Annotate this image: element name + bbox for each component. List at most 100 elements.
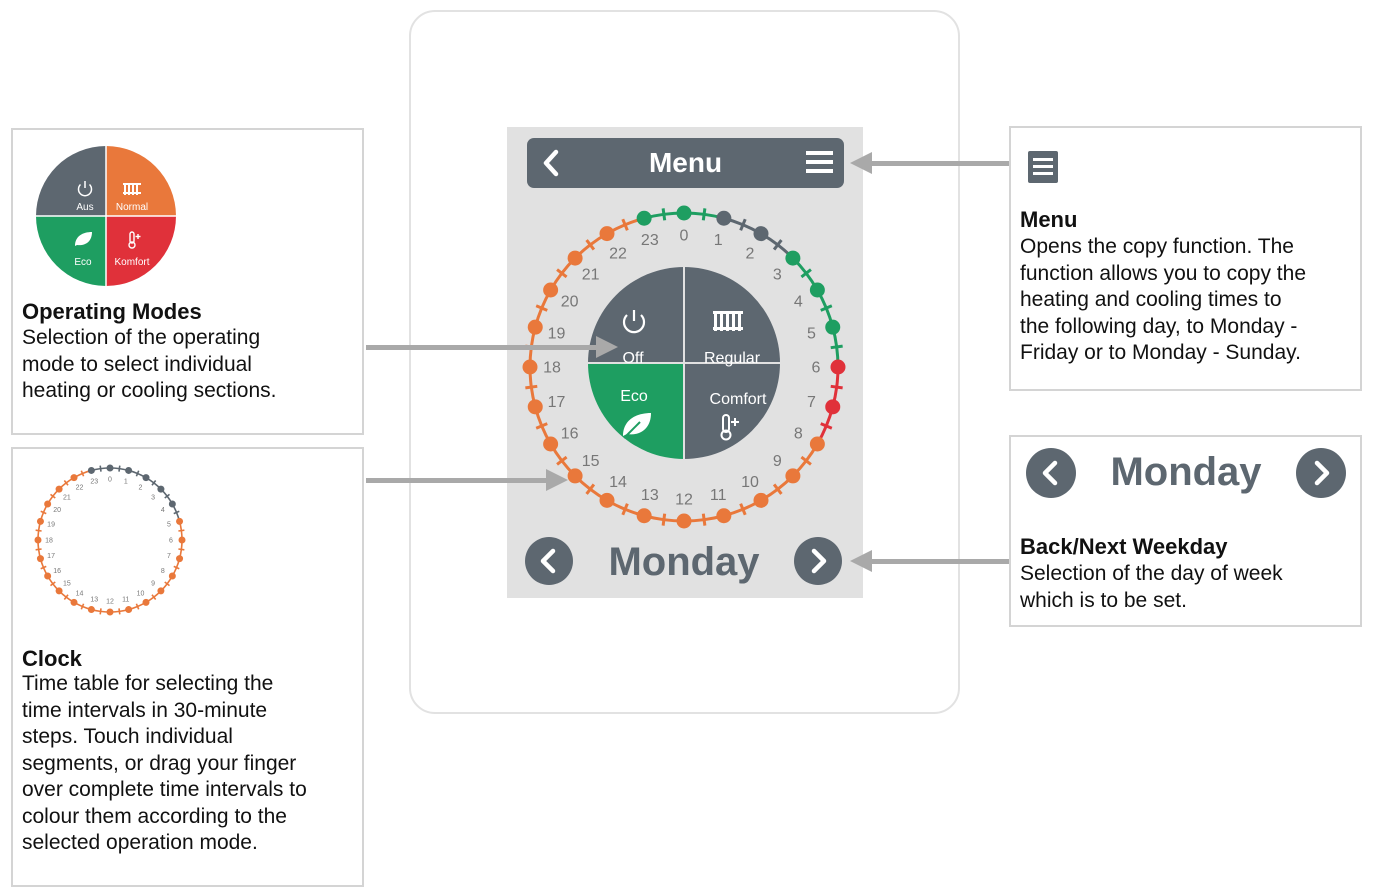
mini-clock-hour-marker[interactable] (36, 555, 44, 563)
mini-clock-hour-label: 7 (167, 553, 171, 560)
dial-hour-marker[interactable] (825, 319, 841, 335)
mini-clock-hour-marker[interactable] (142, 474, 150, 482)
dial-half-hour-tick[interactable] (661, 208, 667, 221)
dial-hour-marker[interactable] (825, 399, 841, 415)
mode-eco-button[interactable] (588, 363, 684, 459)
dial-hour-marker[interactable] (636, 508, 652, 524)
dial-half-hour-tick[interactable] (830, 384, 843, 390)
text-line: Time table for selecting the (22, 672, 274, 695)
dial-half-hour-tick[interactable] (535, 304, 548, 312)
dial-half-hour-tick[interactable] (820, 304, 833, 312)
mini-clock-hour-marker[interactable] (106, 608, 114, 616)
dial-half-hour-tick[interactable] (830, 344, 843, 350)
mini-clock-hour-marker[interactable] (55, 587, 63, 595)
mini-clock-hour-marker[interactable] (44, 572, 52, 580)
mini-clock-half-hour-tick[interactable] (173, 510, 180, 515)
dial-half-hour-tick[interactable] (701, 513, 707, 526)
mini-clock-hour-label: 4 (161, 507, 165, 514)
mini-clock-half-hour-tick[interactable] (173, 565, 180, 570)
dial-hour-marker[interactable] (753, 226, 769, 242)
dial-hour-marker[interactable] (543, 436, 559, 452)
dial-hour-marker[interactable] (785, 468, 801, 484)
mini-clock-half-hour-tick[interactable] (178, 529, 185, 532)
mini-clock-half-hour-tick[interactable] (118, 465, 121, 472)
mini-clock-half-hour-tick[interactable] (99, 465, 102, 472)
dial-hour-marker[interactable] (830, 359, 846, 375)
mini-clock-hour-marker[interactable] (176, 517, 184, 525)
mini-clock-hour-marker[interactable] (168, 572, 176, 580)
hamburger-icon[interactable] (804, 148, 836, 178)
dial-hour-marker[interactable] (809, 282, 825, 298)
dial-hour-marker[interactable] (716, 210, 732, 226)
mini-clock-hour-marker[interactable] (176, 555, 184, 563)
dial-hour-marker[interactable] (567, 250, 583, 266)
mini-clock-hour-marker[interactable] (70, 474, 78, 482)
dial-hour-marker[interactable] (676, 205, 692, 221)
mode-icon-label-aus: Aus (76, 202, 93, 213)
operating-modes-icon: Aus Normal Eco Komfort (36, 146, 176, 286)
operating-modes-title: Operating Modes (22, 299, 202, 324)
dial-hour-label: 12 (675, 492, 693, 509)
clock-title: Clock (22, 646, 82, 671)
dial-hour-marker[interactable] (527, 399, 543, 415)
dial-hour-marker[interactable] (567, 468, 583, 484)
previous-day-button[interactable] (525, 537, 573, 585)
mini-clock-half-hour-tick[interactable] (40, 565, 47, 570)
arrow-operating-modes (366, 345, 596, 350)
dial-hour-marker[interactable] (599, 226, 615, 242)
mini-clock-half-hour-tick[interactable] (35, 529, 42, 532)
mini-clock-hour-marker[interactable] (125, 466, 133, 474)
dial-half-hour-tick[interactable] (621, 218, 629, 231)
mini-clock-half-hour-tick[interactable] (35, 548, 42, 551)
clock-callout: 0 1 2 3 4 5 6 7 8 9 10 11 12 13 14 15 16 17 18 19 20 21 22 23 C… (11, 447, 364, 887)
dial-half-hour-tick[interactable] (739, 503, 747, 516)
dial-half-hour-tick[interactable] (661, 513, 667, 526)
mini-clock-hour-marker[interactable] (142, 598, 150, 606)
mini-clock-hour-marker[interactable] (157, 587, 165, 595)
dial-half-hour-tick[interactable] (701, 208, 707, 221)
mini-clock-hour-marker[interactable] (106, 464, 114, 472)
mini-clock-half-hour-tick[interactable] (135, 470, 140, 477)
dial-hour-marker[interactable] (676, 513, 692, 529)
mini-clock-hour-marker[interactable] (87, 606, 95, 614)
mode-comfort-button[interactable] (684, 363, 780, 459)
mini-clock-hour-marker[interactable] (34, 536, 42, 544)
dial-hour-marker[interactable] (809, 436, 825, 452)
dial-hour-marker[interactable] (522, 359, 538, 375)
dial-hour-marker[interactable] (753, 492, 769, 508)
mini-clock-half-hour-tick[interactable] (135, 603, 140, 610)
mini-clock-half-hour-tick[interactable] (80, 470, 85, 477)
mini-clock-half-hour-tick[interactable] (99, 608, 102, 615)
dial-half-hour-tick[interactable] (621, 503, 629, 516)
text-line: steps. Touch individual (22, 725, 233, 748)
mini-clock-half-hour-tick[interactable] (40, 510, 47, 515)
mini-clock-hour-marker[interactable] (125, 606, 133, 614)
mini-clock-hour-marker[interactable] (36, 517, 44, 525)
dial-hour-marker[interactable] (543, 282, 559, 298)
mini-clock-hour-label: 14 (76, 590, 84, 597)
chevron-right-icon (1314, 460, 1330, 486)
dial-half-hour-tick[interactable] (820, 422, 833, 430)
dial-half-hour-tick[interactable] (525, 384, 538, 390)
mini-clock-hour-marker[interactable] (70, 598, 78, 606)
dial-hour-marker[interactable] (527, 319, 543, 335)
dial-hour-marker[interactable] (716, 508, 732, 524)
mini-clock-hour-marker[interactable] (55, 485, 63, 493)
dial-hour-marker[interactable] (599, 492, 615, 508)
text-line: Friday or to Monday - Sunday. (1020, 341, 1301, 364)
dial-hour-marker[interactable] (785, 250, 801, 266)
mini-clock-hour-marker[interactable] (44, 500, 52, 508)
mini-clock-half-hour-tick[interactable] (178, 548, 185, 551)
dial-hour-marker[interactable] (636, 210, 652, 226)
mini-clock-hour-marker[interactable] (168, 500, 176, 508)
arrow-head-clock (546, 469, 568, 491)
dial-hour-label: 5 (807, 325, 816, 342)
mini-clock-hour-marker[interactable] (87, 466, 95, 474)
mini-clock-half-hour-tick[interactable] (118, 608, 121, 615)
mini-clock-half-hour-tick[interactable] (80, 603, 85, 610)
next-day-button[interactable] (794, 537, 842, 585)
mini-clock-hour-marker[interactable] (157, 485, 165, 493)
mini-clock-hour-marker[interactable] (178, 536, 186, 544)
dial-half-hour-tick[interactable] (535, 422, 548, 430)
dial-half-hour-tick[interactable] (739, 218, 747, 231)
